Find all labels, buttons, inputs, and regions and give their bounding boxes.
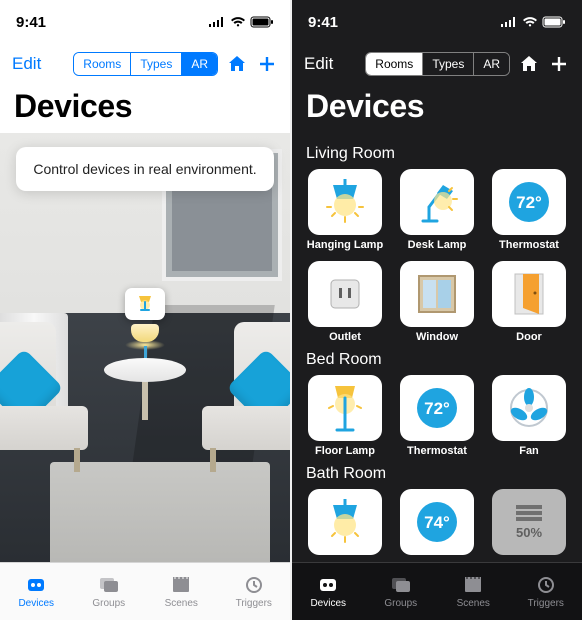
edit-button[interactable]: Edit [12, 54, 41, 74]
ar-device-tag[interactable] [125, 288, 165, 320]
device-list[interactable]: Living Room Hanging Lamp Desk Lamp 72°Th… [292, 133, 582, 562]
add-icon[interactable] [256, 53, 278, 75]
tab-label: Scenes [165, 598, 198, 609]
status-time: 9:41 [16, 14, 46, 31]
edit-button[interactable]: Edit [304, 54, 333, 74]
tab-triggers[interactable]: Triggers [510, 563, 582, 620]
device-window[interactable]: Window [396, 261, 478, 343]
wifi-icon [522, 16, 538, 28]
svg-text:72°: 72° [424, 399, 450, 418]
tab-devices[interactable]: Devices [0, 563, 73, 620]
devices-icon [316, 574, 340, 596]
status-bar: 9:41 [0, 0, 290, 44]
device-bath-lamp[interactable] [304, 489, 386, 559]
status-indicators [500, 16, 566, 28]
triggers-icon [534, 574, 558, 596]
tab-bar: Devices Groups Scenes Triggers [292, 562, 582, 620]
tab-label: Scenes [457, 598, 490, 609]
status-bar: 9:41 [292, 0, 582, 44]
tab-label: Devices [18, 598, 54, 609]
tab-label: Groups [384, 598, 417, 609]
signal-icon [500, 16, 518, 28]
tab-scenes[interactable]: Scenes [437, 563, 510, 620]
tab-label: Groups [92, 598, 125, 609]
device-thermostat-bed[interactable]: 72°Thermostat [396, 375, 478, 457]
svg-text:74°: 74° [424, 513, 450, 532]
tab-label: Triggers [528, 598, 564, 609]
add-icon[interactable] [548, 53, 570, 75]
svg-text:50%: 50% [516, 525, 542, 540]
status-time: 9:41 [308, 14, 338, 31]
view-segmented-control[interactable]: Rooms Types AR [365, 52, 510, 76]
signal-icon [208, 16, 226, 28]
ar-room-scene [0, 133, 290, 562]
tab-label: Devices [310, 598, 346, 609]
device-floor-lamp[interactable]: Floor Lamp [304, 375, 386, 457]
tab-devices[interactable]: Devices [292, 563, 365, 620]
segment-ar[interactable]: AR [474, 53, 509, 75]
device-desk-lamp[interactable]: Desk Lamp [396, 169, 478, 251]
home-icon[interactable] [226, 53, 248, 75]
room-chair-left [0, 322, 96, 472]
battery-icon [250, 16, 274, 28]
segment-rooms[interactable]: Rooms [366, 53, 423, 75]
groups-icon [389, 574, 413, 596]
section-bed-room: Bed Room [306, 351, 568, 369]
device-door[interactable]: Door [488, 261, 570, 343]
device-thermostat-bath[interactable]: 74° [396, 489, 478, 559]
device-blinds[interactable]: 50% [488, 489, 570, 559]
segment-types[interactable]: Types [131, 53, 182, 75]
device-hanging-lamp[interactable]: Hanging Lamp [304, 169, 386, 251]
phone-dark: 9:41 Edit Rooms Types AR Devices Living … [292, 0, 582, 620]
page-title: Devices [0, 84, 290, 133]
tab-bar: Devices Groups Scenes Triggers [0, 562, 290, 620]
nav-bar: Edit Rooms Types AR [0, 44, 290, 84]
ar-tooltip: Control devices in real environment. [16, 147, 274, 191]
view-segmented-control[interactable]: Rooms Types AR [73, 52, 218, 76]
devices-icon [24, 574, 48, 596]
status-indicators [208, 16, 274, 28]
section-living-room: Living Room [306, 145, 568, 163]
segment-types[interactable]: Types [423, 53, 474, 75]
battery-icon [542, 16, 566, 28]
groups-icon [97, 574, 121, 596]
page-title: Devices [292, 84, 582, 133]
scenes-icon [169, 574, 193, 596]
phone-light: 9:41 Edit Rooms Types AR Devices [0, 0, 290, 620]
room-table [104, 358, 186, 420]
home-icon[interactable] [518, 53, 540, 75]
section-bath-room: Bath Room [306, 465, 568, 483]
nav-bar: Edit Rooms Types AR [292, 44, 582, 84]
room-chair-right [194, 322, 290, 472]
tab-groups[interactable]: Groups [365, 563, 438, 620]
device-outlet[interactable]: Outlet [304, 261, 386, 343]
svg-text:72°: 72° [516, 193, 542, 212]
device-thermostat[interactable]: 72°Thermostat [488, 169, 570, 251]
triggers-icon [242, 574, 266, 596]
segment-rooms[interactable]: Rooms [74, 53, 131, 75]
wifi-icon [230, 16, 246, 28]
scenes-icon [461, 574, 485, 596]
tab-scenes[interactable]: Scenes [145, 563, 218, 620]
tab-groups[interactable]: Groups [73, 563, 146, 620]
ar-viewport[interactable]: Control devices in real environment. [0, 133, 290, 562]
tab-triggers[interactable]: Triggers [218, 563, 291, 620]
device-fan[interactable]: Fan [488, 375, 570, 457]
tab-label: Triggers [236, 598, 272, 609]
segment-ar[interactable]: AR [182, 53, 217, 75]
